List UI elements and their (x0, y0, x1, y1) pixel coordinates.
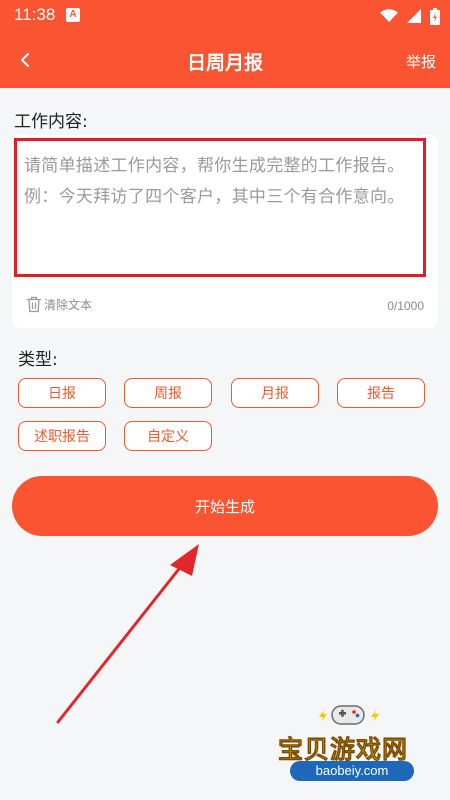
watermark-logo: 宝贝游戏网 baobeiy.com (270, 700, 430, 790)
status-indicators (380, 6, 440, 26)
nav-bar: 日周月报 举报 (0, 32, 450, 88)
notification-app-icon: A (66, 8, 80, 22)
wifi-icon (380, 9, 398, 22)
status-bar: 11:38 A (0, 0, 450, 32)
spark-icon (319, 710, 327, 722)
type-chip-job-review[interactable]: 述职报告 (18, 421, 106, 451)
report-button[interactable]: 举报 (406, 51, 436, 72)
clear-text-label: 清除文本 (44, 298, 93, 312)
status-time: 11:38 (14, 5, 56, 24)
type-chip-weekly[interactable]: 周报 (124, 378, 212, 408)
start-generate-button[interactable]: 开始生成 (12, 476, 438, 536)
page-title: 日周月报 (186, 52, 263, 74)
battery-icon (430, 7, 440, 25)
signal-icon (407, 9, 421, 23)
trash-icon (27, 296, 41, 313)
char-count: 0/1000 (387, 299, 424, 313)
gamepad-icon (331, 705, 365, 725)
content-card: 请简单描述工作内容，帮你生成完整的工作报告。例：今天拜访了四个客户，其中三个有合… (12, 135, 438, 328)
type-chip-daily[interactable]: 日报 (18, 378, 106, 408)
type-chip-report[interactable]: 报告 (337, 378, 425, 408)
type-chip-monthly[interactable]: 月报 (231, 378, 319, 408)
clear-text-button[interactable]: 清除文本 (26, 296, 92, 313)
type-chip-custom[interactable]: 自定义 (124, 421, 212, 451)
content-label: 工作内容: (14, 112, 88, 132)
type-label: 类型: (18, 350, 58, 370)
spark-icon (371, 710, 379, 722)
work-content-input[interactable]: 请简单描述工作内容，帮你生成完整的工作报告。例：今天拜访了四个客户，其中三个有合… (14, 138, 426, 277)
watermark-url: baobeiy.com (290, 761, 414, 781)
